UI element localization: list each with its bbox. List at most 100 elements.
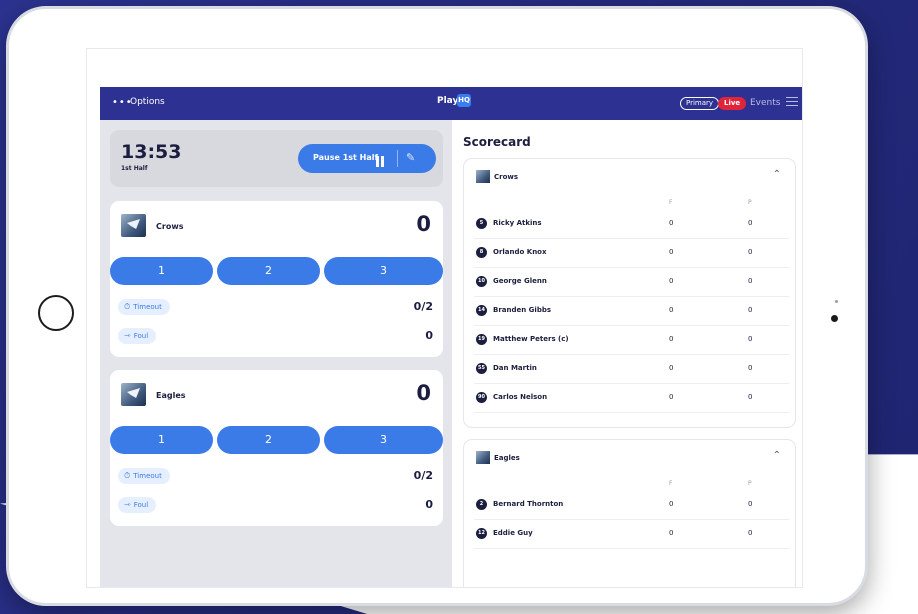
eagles-logo [121,383,146,406]
whistle-icon: ⇾ [124,331,131,340]
brand-logo-text: Play [437,96,459,106]
foul-button[interactable]: ⇾ Foul [118,497,157,513]
team-card-eagles: Eagles 0 1 2 3 ⏱ Timeout 0/2 ⇾ Foul 0 [110,370,443,526]
player-number-badge: 55 [476,363,487,374]
tablet-home-button[interactable] [38,295,74,331]
chevron-up-icon[interactable]: ⌃ [773,169,781,180]
clock-icon: ⏱ [124,471,131,480]
eagles-logo [476,451,490,464]
primary-badge[interactable]: Primary [680,97,720,110]
player-number-badge: 8 [476,247,487,258]
add-1-point-button[interactable]: 1 [110,257,213,285]
game-control-panel: 13:53 1st Half Pause 1st Half ✎ Crows 0 … [100,120,452,587]
player-name: Carlos Nelson [493,393,548,401]
foul-button[interactable]: ⇾ Foul [118,328,157,344]
player-fouls: 0 [669,529,674,537]
player-points: 0 [748,219,753,227]
team-name: Eagles [156,391,186,400]
player-row[interactable]: 5 Ricky Atkins 0 0 [474,210,789,239]
foul-label: Foul [133,501,149,509]
pause-icon [376,152,386,167]
player-fouls: 0 [669,500,674,508]
foul-count: 0 [425,498,433,511]
whistle-icon: ⇾ [124,500,131,509]
pause-half-button[interactable]: Pause 1st Half ✎ [298,144,436,173]
game-period: 1st Half [121,165,148,172]
add-3-points-button[interactable]: 3 [324,257,443,285]
scorecard-title: Scorecard [463,135,531,149]
player-points: 0 [748,306,753,314]
player-row[interactable]: 55 Dan Martin 0 0 [474,355,789,384]
add-2-points-button[interactable]: 2 [217,426,320,454]
player-name: Bernard Thornton [493,500,564,508]
brand-logo-badge: HQ [457,94,471,107]
foul-count: 0 [425,329,433,342]
column-header-fouls: F [669,480,673,487]
scorecard-panel-crows: Crows ⌃ F P 5 Ricky Atkins 0 0 8 Orlando Knox… [463,158,796,428]
crows-logo [476,170,490,183]
app-screen: ••• Options Play HQ Primary Live Events … [86,48,803,588]
player-fouls: 0 [669,306,674,314]
player-row[interactable]: 8 Orlando Knox 0 0 [474,239,789,268]
column-header-fouls: F [669,199,673,206]
list-menu-icon[interactable] [786,97,798,107]
player-row[interactable]: 90 Carlos Nelson 0 0 [474,384,789,413]
scorecard-team-name: Eagles [494,454,520,462]
player-points: 0 [748,393,753,401]
player-row[interactable]: 14 Branden Gibbs 0 0 [474,297,789,326]
tablet-microphone [835,300,838,303]
team-score: 0 [416,212,431,236]
add-1-point-button[interactable]: 1 [110,426,213,454]
player-number-badge: 19 [476,334,487,345]
events-button[interactable]: Events [750,98,780,108]
player-fouls: 0 [669,393,674,401]
player-row[interactable]: 2 Bernard Thornton 0 0 [474,491,789,520]
options-button[interactable]: Options [130,97,165,107]
player-name: Matthew Peters (c) [493,335,569,343]
clock-icon: ⏱ [124,302,131,311]
live-badge: Live [718,97,747,110]
game-clock-bar: 13:53 1st Half Pause 1st Half ✎ [110,130,443,187]
player-name: Eddie Guy [493,529,533,537]
chevron-up-icon[interactable]: ⌃ [773,450,781,461]
tablet-frame: ••• Options Play HQ Primary Live Events … [6,6,868,606]
player-row[interactable]: 10 George Glenn 0 0 [474,268,789,297]
timeout-button[interactable]: ⏱ Timeout [118,468,170,484]
player-number-badge: 14 [476,305,487,316]
player-points: 0 [748,248,753,256]
player-number-badge: 2 [476,499,487,510]
team-score: 0 [416,381,431,405]
column-header-points: P [748,199,752,206]
player-fouls: 0 [669,364,674,372]
player-number-badge: 12 [476,528,487,539]
team-card-crows: Crows 0 1 2 3 ⏱ Timeout 0/2 ⇾ Foul 0 [110,201,443,357]
timeout-count: 0/2 [413,300,433,313]
top-bar: ••• Options Play HQ Primary Live Events [100,87,802,120]
timeout-label: Timeout [133,472,162,480]
player-number-badge: 90 [476,392,487,403]
game-clock: 13:53 [121,141,182,163]
player-number-badge: 10 [476,276,487,287]
player-name: Ricky Atkins [493,219,542,227]
add-3-points-button[interactable]: 3 [324,426,443,454]
player-fouls: 0 [669,219,674,227]
scorecard-team-name: Crows [494,173,519,181]
timeout-label: Timeout [133,303,162,311]
timeout-button[interactable]: ⏱ Timeout [118,299,170,315]
player-fouls: 0 [669,335,674,343]
foul-label: Foul [133,332,149,340]
player-row[interactable]: 19 Matthew Peters (c) 0 0 [474,326,789,355]
player-name: Orlando Knox [493,248,547,256]
player-number-badge: 5 [476,218,487,229]
crows-logo [121,214,146,237]
pause-divider [397,150,398,167]
player-row[interactable]: 12 Eddie Guy 0 0 [474,520,789,549]
player-name: Dan Martin [493,364,537,372]
add-2-points-button[interactable]: 2 [217,257,320,285]
player-points: 0 [748,335,753,343]
player-name: George Glenn [493,277,547,285]
scorecard-panel-eagles: Eagles ⌃ F P 2 Bernard Thornton 0 0 12 Eddie … [463,439,796,587]
edit-pencil-icon[interactable]: ✎ [406,151,415,164]
player-points: 0 [748,500,753,508]
player-points: 0 [748,277,753,285]
